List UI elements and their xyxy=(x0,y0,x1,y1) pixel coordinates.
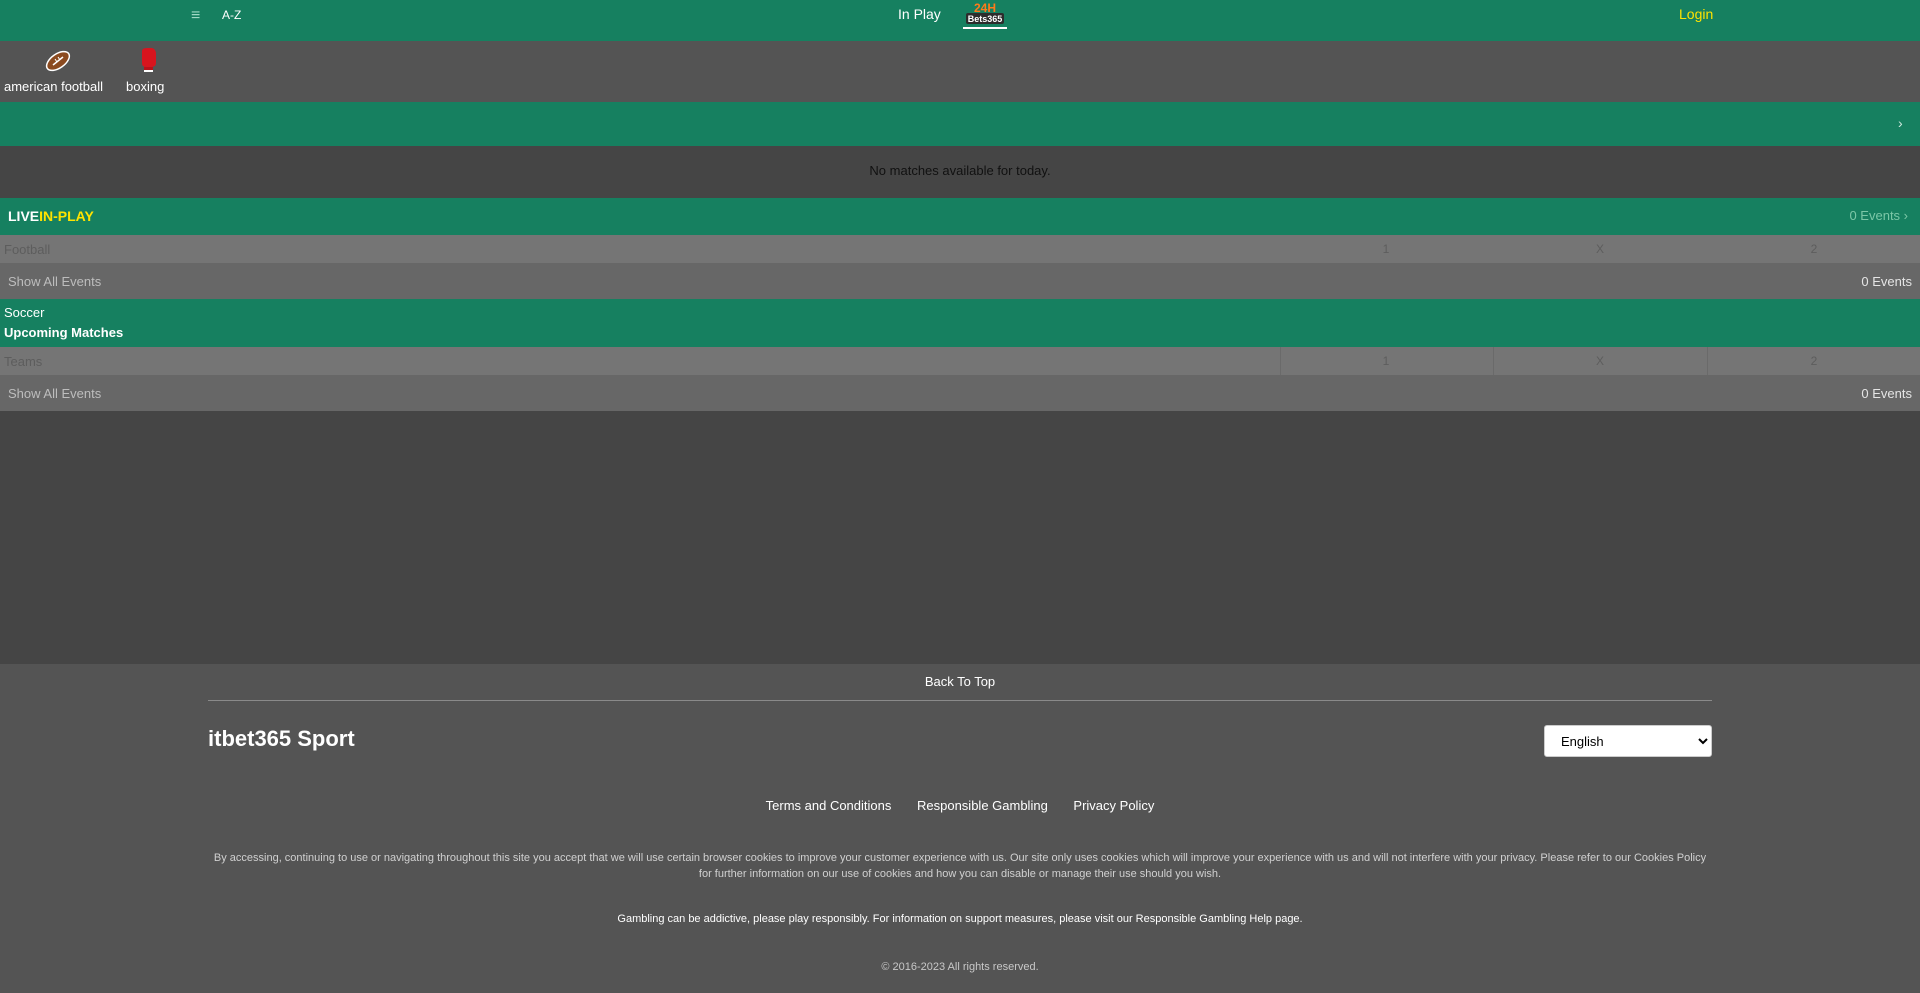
top-bar: ≡ A-Z In Play 24H Bets365 Login xyxy=(0,0,1920,41)
az-link[interactable]: A-Z xyxy=(222,8,241,22)
column-1: 1 xyxy=(1382,354,1390,368)
promo-banner: › xyxy=(0,102,1920,146)
footer-brand: itbet365 Sport xyxy=(208,726,355,751)
upcoming-table-header: Teams 1 X 2 xyxy=(0,347,1920,375)
language-select[interactable]: English xyxy=(1544,725,1712,757)
login-link[interactable]: Login xyxy=(1679,6,1713,22)
column-2: 2 xyxy=(1810,354,1818,368)
live-title: LIVEIN-PLAY xyxy=(8,208,94,224)
live-table-header: Football 1 X 2 xyxy=(0,235,1920,263)
upcoming-header: Soccer Upcoming Matches xyxy=(0,299,1920,347)
logo-text-bottom: Bets365 xyxy=(968,14,1003,24)
back-to-top-link[interactable]: Back To Top xyxy=(0,674,1920,689)
gambling-note: Gambling can be addictive, please play r… xyxy=(617,913,1303,925)
copyright: © 2016-2023 All rights reserved. xyxy=(881,961,1039,973)
column-divider xyxy=(1707,347,1708,375)
footer-divider xyxy=(208,700,1712,701)
upcoming-title: Upcoming Matches xyxy=(4,325,124,340)
privacy-link[interactable]: Privacy Policy xyxy=(1073,798,1154,813)
content-empty-area xyxy=(0,411,1920,664)
active-tab-underline xyxy=(963,27,1007,29)
column-1: 1 xyxy=(1382,242,1390,256)
sports-bar: american football boxing xyxy=(0,41,1920,102)
hamburger-icon[interactable]: ≡ xyxy=(191,7,205,25)
no-matches-message: No matches available for today. xyxy=(869,163,1051,178)
upcoming-show-all-row: Show All Events 0 Events xyxy=(0,375,1920,411)
column-title: Teams xyxy=(4,354,43,369)
terms-link[interactable]: Terms and Conditions xyxy=(766,798,892,813)
cookie-disclaimer: By accessing, continuing to use or navig… xyxy=(213,852,1707,880)
site-logo[interactable]: 24H Bets365 xyxy=(963,0,1007,28)
live-show-all-row: Show All Events 0 Events xyxy=(0,263,1920,299)
footer: Back To Top itbet365 Sport English Terms… xyxy=(0,664,1920,993)
column-divider xyxy=(1280,347,1281,375)
column-divider xyxy=(1493,347,1494,375)
responsible-gambling-link[interactable]: Responsible Gambling xyxy=(917,798,1048,813)
column-2: 2 xyxy=(1810,242,1818,256)
sport-label: american football xyxy=(4,79,103,94)
events-count: 0 Events xyxy=(1861,274,1912,289)
sport-name: Soccer xyxy=(4,305,45,320)
boxing-glove-icon xyxy=(142,48,156,72)
chevron-right-icon[interactable]: › xyxy=(1898,115,1908,131)
sport-item-boxing[interactable]: boxing xyxy=(126,41,176,102)
in-play-link[interactable]: In Play xyxy=(898,6,941,22)
column-title: Football xyxy=(4,242,51,257)
column-x: X xyxy=(1595,354,1604,368)
show-all-events-link[interactable]: Show All Events xyxy=(8,386,101,401)
footer-links: Terms and Conditions Responsible Gamblin… xyxy=(0,798,1920,813)
logo-text-top: 24H xyxy=(974,1,996,15)
american-football-icon xyxy=(45,50,71,72)
live-inplay-header: LIVEIN-PLAY 0 Events › xyxy=(0,198,1920,235)
sport-label: boxing xyxy=(126,79,165,94)
show-all-events-link[interactable]: Show All Events xyxy=(8,274,101,289)
events-count: 0 Events xyxy=(1861,386,1912,401)
sport-item-american-football[interactable]: american football xyxy=(4,41,112,102)
live-events-link[interactable]: 0 Events › xyxy=(1849,208,1908,223)
column-x: X xyxy=(1595,242,1604,256)
today-matches: No matches available for today. xyxy=(0,146,1920,198)
